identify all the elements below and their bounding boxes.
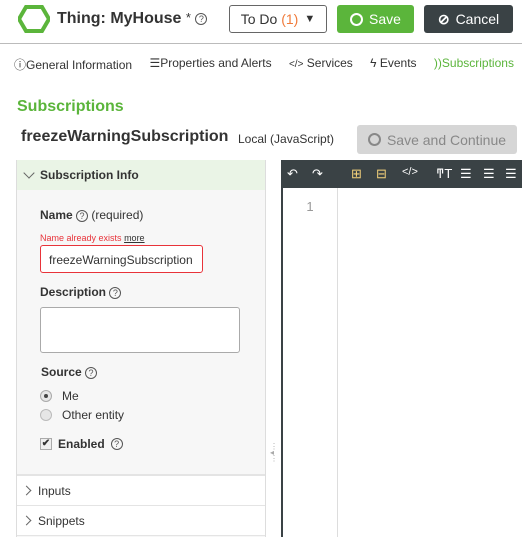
chevron-down-icon <box>23 167 35 179</box>
tab-bar: ⓘGeneral Information ☰Properties and Ale… <box>14 56 514 73</box>
name-error: Name already exists more <box>40 233 145 243</box>
ban-icon: ⊘ <box>437 10 450 27</box>
undo-icon[interactable]: ↶ <box>287 166 298 182</box>
info-icon: ⓘ <box>14 58 27 72</box>
help-icon[interactable]: ? <box>76 209 89 222</box>
bolt-icon: ϟ <box>370 56 377 70</box>
caret-down-icon: ▼ <box>304 13 316 25</box>
help-icon[interactable]: ? <box>195 12 208 25</box>
tab-properties-and-alerts[interactable]: ☰Properties and Alerts <box>149 56 271 73</box>
help-icon[interactable]: ? <box>109 286 122 299</box>
list-icon: ☰ <box>149 56 161 70</box>
chevron-right-icon <box>21 485 32 496</box>
name-input[interactable]: freezeWarningSubscription <box>40 245 203 273</box>
radio-checked[interactable] <box>40 390 52 402</box>
splitter-handle[interactable]: ⋮ ◂ ⋮ <box>270 443 278 486</box>
source-option-other[interactable]: Other entity <box>40 408 124 422</box>
divider <box>0 43 522 44</box>
tab-services[interactable]: </> Services <box>289 56 353 73</box>
subscription-info-header[interactable]: Subscription Info <box>17 160 265 190</box>
todo-dropdown[interactable]: To Do (1) ▼ <box>229 5 327 33</box>
name-label: Name ? (required) <box>40 208 144 222</box>
save-button[interactable]: Save <box>337 5 414 33</box>
format-code-icon[interactable]: </> <box>402 166 418 178</box>
font-size-icon[interactable]: ͳT <box>436 166 452 182</box>
source-label: Source ? <box>41 365 98 379</box>
rss-icon: )) <box>433 56 442 70</box>
enabled-checkbox[interactable]: ✔ Enabled ? <box>40 437 123 451</box>
more-tools-icon[interactable]: ☰ <box>505 166 517 182</box>
section-title: Subscriptions <box>17 98 124 115</box>
more-link[interactable]: more <box>124 233 145 243</box>
subscription-type: Local (JavaScript) <box>238 132 335 146</box>
cancel-button[interactable]: ⊘ Cancel <box>424 5 513 33</box>
source-option-me[interactable]: Me <box>40 389 79 403</box>
add-comment-icon[interactable]: ⊞ <box>351 166 362 182</box>
subscription-name: freezeWarningSubscription <box>21 128 229 145</box>
save-and-continue-button[interactable]: Save and Continue <box>357 125 517 154</box>
remove-comment-icon[interactable]: ⊟ <box>376 166 387 182</box>
radio-unchecked[interactable] <box>40 409 52 421</box>
indent-icon[interactable]: ☰ <box>483 166 495 182</box>
outdent-icon[interactable]: ☰ <box>460 166 472 182</box>
redo-icon[interactable]: ↷ <box>312 166 323 182</box>
line-number: 1 <box>283 188 338 537</box>
code-icon: </> <box>288 59 304 70</box>
help-icon[interactable]: ? <box>110 438 123 450</box>
help-icon[interactable]: ? <box>85 366 98 379</box>
page-title: Thing: MyHouse * ? <box>57 10 208 28</box>
description-label: Description ? <box>40 285 122 299</box>
tab-general-information[interactable]: ⓘGeneral Information <box>14 56 132 73</box>
circle-icon <box>367 133 381 146</box>
circle-icon <box>350 12 364 26</box>
inputs-section[interactable]: Inputs <box>17 476 265 506</box>
tab-subscriptions[interactable]: ))Subscriptions <box>434 56 514 73</box>
snippets-section[interactable]: Snippets <box>17 506 265 536</box>
tab-events[interactable]: ϟ Events <box>370 56 416 73</box>
check-icon: ✔ <box>40 438 52 450</box>
thing-logo-icon <box>18 5 50 33</box>
chevron-right-icon <box>21 515 32 526</box>
description-textarea[interactable] <box>40 307 240 353</box>
